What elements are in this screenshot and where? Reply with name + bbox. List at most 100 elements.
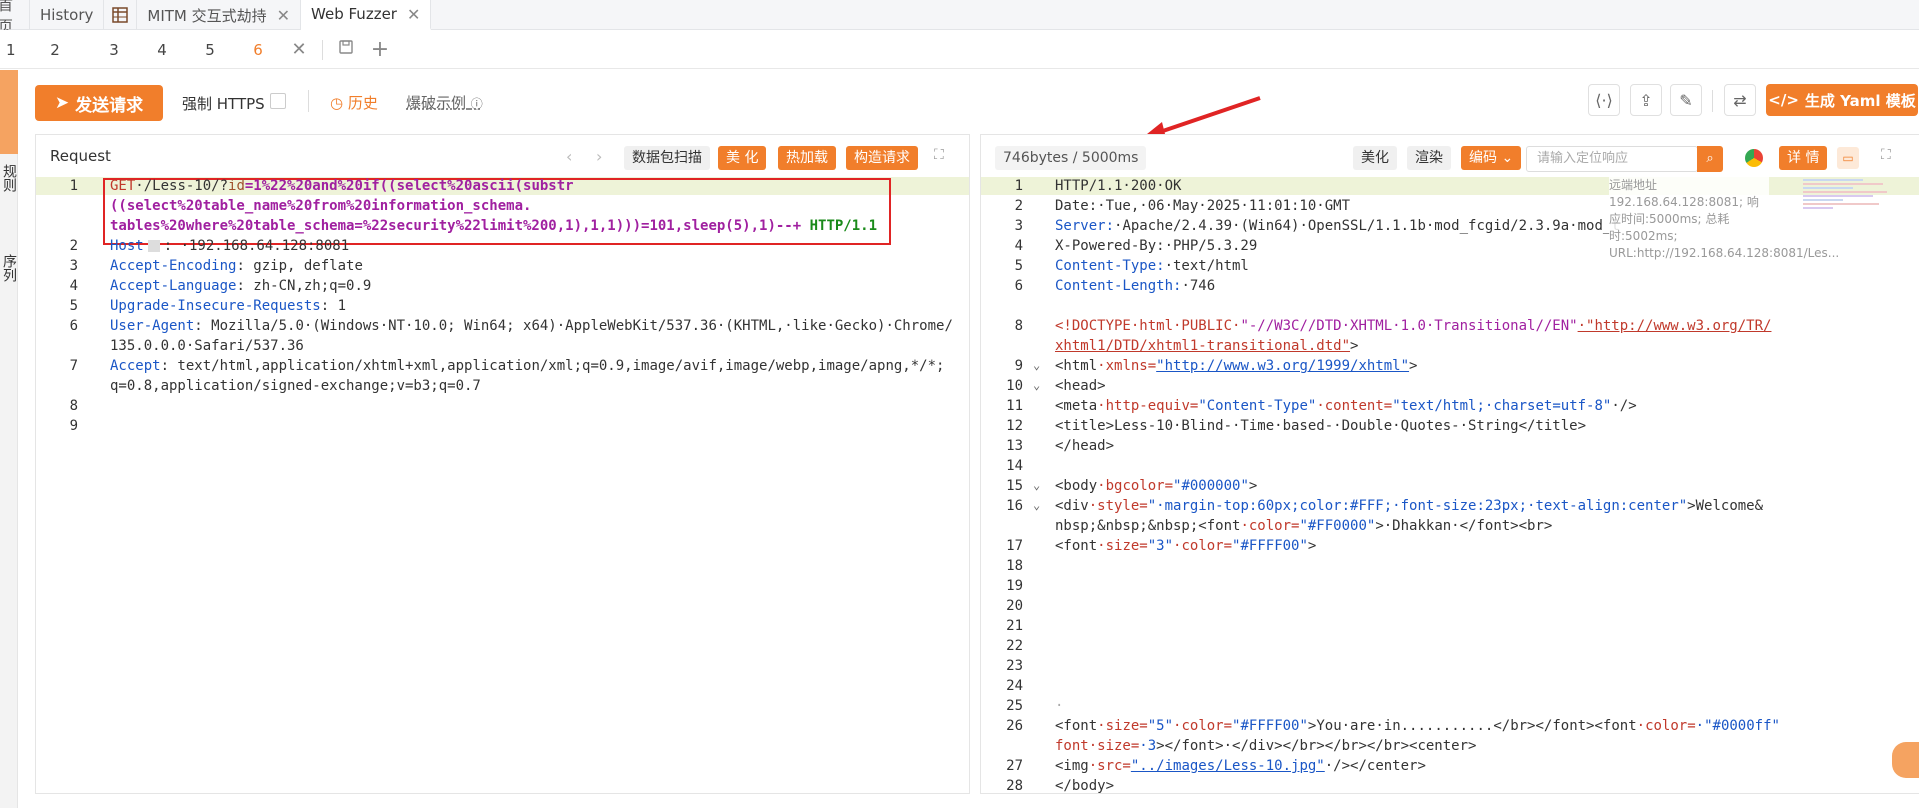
packet-scan-button[interactable]: 数据包扫描	[624, 146, 710, 170]
brute-example-link[interactable]: 爆破示例 ⓘ	[406, 92, 483, 113]
hotload-button[interactable]: 热加载	[778, 146, 836, 170]
line-number: 5	[69, 298, 78, 314]
line-number: 1	[69, 178, 78, 194]
beautify-button[interactable]: 美 化	[718, 146, 767, 170]
build-request-button[interactable]: 构造请求	[846, 146, 918, 170]
expand-icon[interactable]: ⛶	[934, 147, 944, 163]
table-icon	[112, 7, 129, 23]
sub-tab-3[interactable]: 3	[90, 31, 138, 69]
tag-icon	[147, 240, 160, 252]
force-https-checkbox[interactable]	[270, 93, 286, 109]
response-editor[interactable]: 1 2 3 4 5 6 8 9 10 11 12 13 14 15 16 17 18 19 20 21 22 23 24 25…	[981, 177, 1919, 793]
generate-yaml-label: 生成 Yaml 模板	[1804, 91, 1916, 110]
line-number: 20	[1006, 598, 1023, 614]
chrome-icon[interactable]	[1745, 149, 1763, 167]
code-minimap[interactable]	[1803, 177, 1891, 247]
tab-home[interactable]: 首页	[0, 0, 30, 30]
html-text: >You·are·in...........</br></font><font	[1307, 718, 1637, 734]
expand-icon[interactable]: ⛶	[1881, 147, 1891, 163]
code-line: Date:·Tue,·06·May·2025·11:01:10·GMT	[1055, 198, 1351, 214]
header-key: Server:	[1055, 218, 1115, 234]
comment-icon[interactable]: ▭	[1837, 147, 1859, 169]
detail-button[interactable]: 详 情	[1779, 146, 1828, 170]
tab-web-fuzzer[interactable]: Web Fuzzer ✕	[301, 0, 432, 30]
line-number: 8	[69, 398, 78, 414]
mascot-icon[interactable]	[1892, 742, 1919, 778]
export-icon[interactable]: ⇪	[1630, 84, 1662, 116]
edit-icon[interactable]: ✎	[1670, 84, 1702, 116]
html-link[interactable]: ·"http://www.w3.org/TR/	[1578, 318, 1772, 334]
html-text: >Welcome&	[1687, 498, 1764, 514]
plus-icon[interactable]: +	[363, 37, 397, 62]
html-text: ></font>·</div></br></br></br><center>	[1156, 738, 1477, 754]
header-value: : gzip, deflate	[236, 258, 363, 274]
code-line: Server:·Apache/2.4.39·(Win64)·OpenSSL/1.…	[1055, 218, 1620, 234]
html-tag: <div	[1055, 498, 1089, 514]
tab-home-label: 首页	[0, 0, 19, 30]
side-tab-rules[interactable]: 规则	[1, 164, 17, 192]
beautify-button[interactable]: 美化	[1353, 146, 1397, 170]
history-button[interactable]: ◷ 历史	[330, 92, 378, 113]
line-number: 2	[69, 238, 78, 254]
html-string: "#FFFF00"	[1232, 718, 1308, 734]
side-tab-sequence[interactable]: 序列	[1, 254, 17, 282]
prev-icon[interactable]: ‹	[566, 147, 572, 166]
sub-tab-4[interactable]: 4	[138, 31, 186, 69]
sub-tab-2[interactable]: 2	[20, 31, 90, 69]
search-icon[interactable]: ⌕	[1697, 146, 1723, 172]
swap-icon[interactable]: ⇄	[1724, 84, 1756, 116]
line-number: 12	[1006, 418, 1023, 434]
tab-mitm[interactable]: MITM 交互式劫持 ✕	[137, 0, 302, 30]
html-tag: >	[1248, 478, 1258, 494]
save-icon[interactable]	[329, 39, 363, 60]
next-icon[interactable]: ›	[596, 147, 602, 166]
code-line: <div·style="·margin-top:60px;color:#FFF;…	[1055, 498, 1763, 514]
line-number: 13	[1006, 438, 1023, 454]
code-line: <html·xmlns="http://www.w3.org/1999/xhtm…	[1055, 358, 1417, 374]
close-icon[interactable]: ✕	[282, 39, 316, 60]
header-key: Accept-Language	[110, 278, 237, 294]
line-number: 17	[1006, 538, 1023, 554]
fold-chevron-icon[interactable]: ⌄	[1033, 358, 1040, 372]
fold-chevron-icon[interactable]: ⌄	[1033, 478, 1040, 492]
fold-chevron-icon[interactable]: ⌄	[1033, 378, 1040, 392]
html-link[interactable]: xhtml1/DTD/xhtml1-transitional.dtd"	[1055, 338, 1350, 354]
send-request-button[interactable]: ➤ 发送请求	[35, 85, 163, 121]
divider	[308, 90, 309, 112]
sub-tab-1[interactable]: 1	[0, 31, 20, 69]
header-key: Content-Length:	[1055, 278, 1182, 294]
line-number: 7	[69, 358, 78, 374]
header-key: User-Agent	[110, 318, 195, 334]
code-line: </body>	[1055, 778, 1115, 793]
request-editor[interactable]: 1 GET·/Less-10/?id=1%22%20and%20if((sele…	[36, 177, 969, 793]
fuzzer-sub-tabs: 1 2 3 4 5 6 ✕ +	[0, 31, 1919, 69]
line-number: 28	[1006, 778, 1023, 793]
html-attr: ·color=	[1636, 718, 1696, 734]
html-tag: ·/>	[1611, 398, 1637, 414]
share-icon[interactable]: ⟨·⟩	[1588, 84, 1620, 116]
fold-chevron-icon[interactable]: ⌄	[1033, 498, 1040, 512]
code-line: </head>	[1055, 438, 1115, 454]
line-number: 18	[1006, 558, 1023, 574]
html-link[interactable]: "http://www.w3.org/1999/xhtml"	[1156, 358, 1409, 374]
sub-tab-5[interactable]: 5	[186, 31, 234, 69]
render-button[interactable]: 渲染	[1407, 146, 1451, 170]
html-tag: <font	[1055, 538, 1098, 554]
tab-table-icon[interactable]	[104, 0, 138, 30]
tab-history[interactable]: History	[30, 0, 105, 30]
line-number: 10	[1006, 378, 1023, 394]
close-icon[interactable]: ✕	[407, 5, 420, 24]
line-number: 1	[1014, 178, 1023, 194]
code-line: Upgrade-Insecure-Requests: 1	[110, 298, 346, 314]
side-tab-active[interactable]	[0, 70, 18, 154]
html-link[interactable]: "../images/Less-10.jpg"	[1131, 758, 1325, 774]
generate-yaml-button[interactable]: </> 生成 Yaml 模板	[1766, 84, 1918, 116]
response-search-input[interactable]: 请输入定位响应	[1526, 146, 1698, 172]
response-info-tooltip: 远端地址192.168.64.128:8081; 响应时间:5000ms; 总耗…	[1609, 177, 1840, 262]
close-icon[interactable]: ✕	[277, 6, 290, 25]
html-tag: <html	[1055, 358, 1098, 374]
encode-dropdown[interactable]: 编码 ⌄	[1461, 146, 1522, 170]
code-line: User-Agent: Mozilla/5.0·(Windows·NT·10.0…	[110, 318, 953, 334]
header-value: : Mozilla/5.0·(Windows·NT·10.0; Win64; x…	[194, 318, 953, 334]
sub-tab-6[interactable]: 6	[234, 31, 282, 69]
